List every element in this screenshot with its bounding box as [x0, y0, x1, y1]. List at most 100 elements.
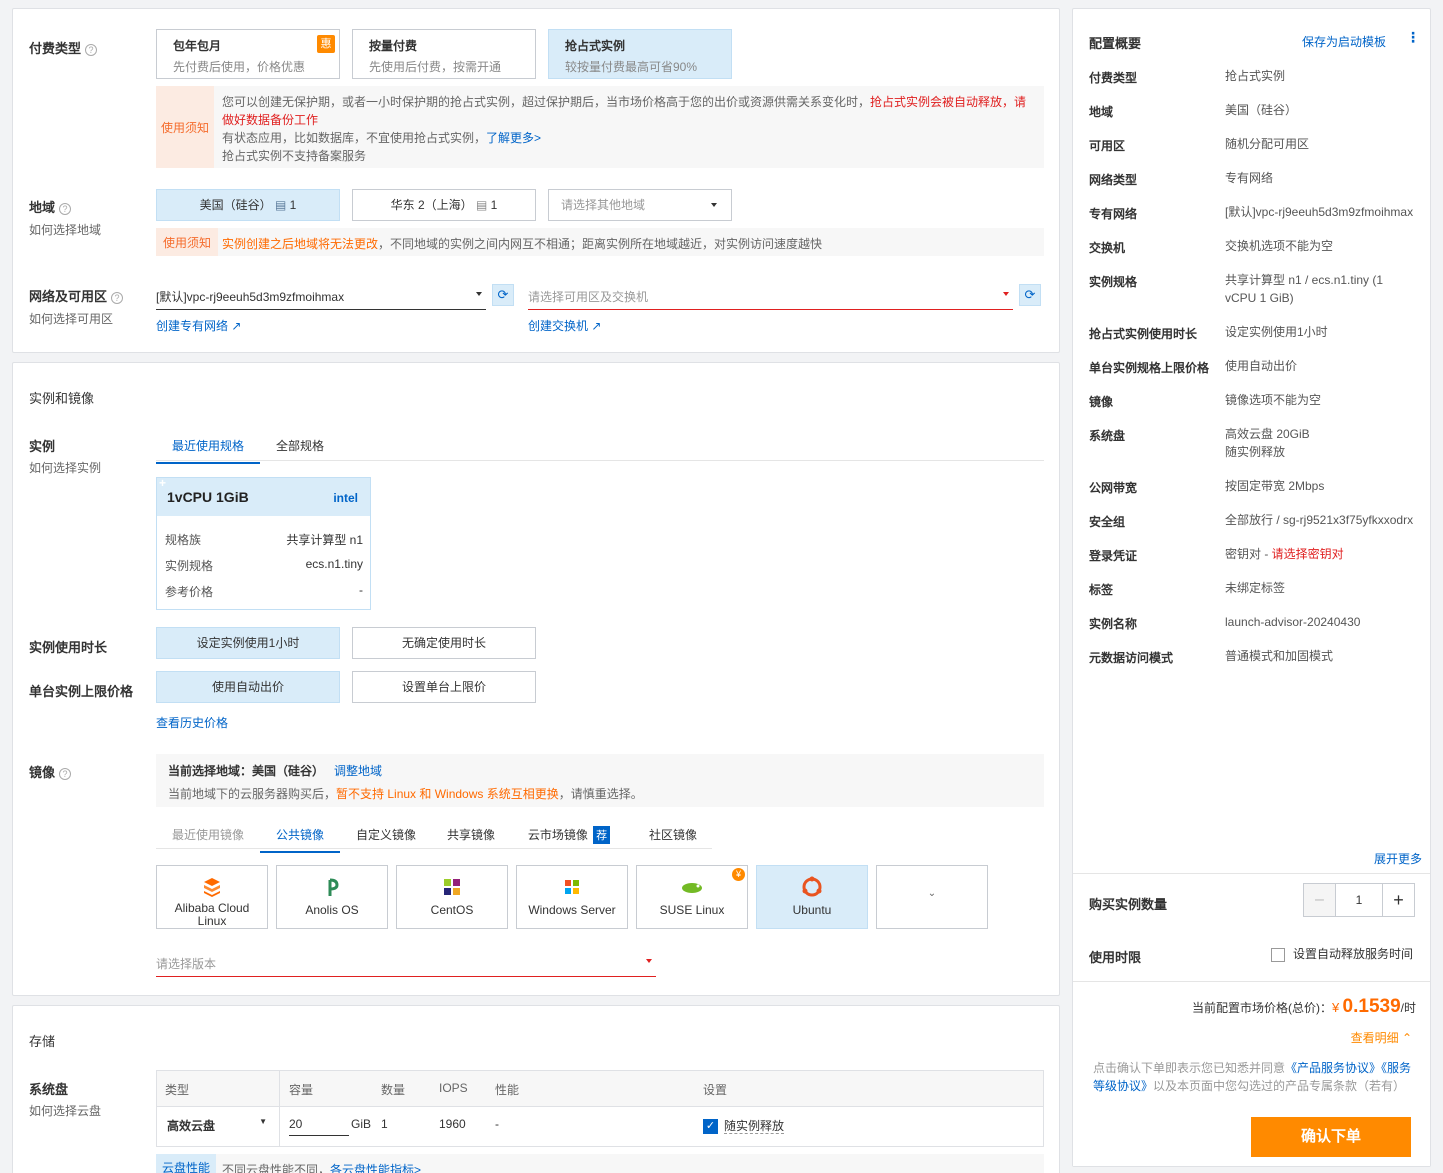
- perf-text: 不同云盘性能不同，各云盘性能指标>: [222, 1161, 421, 1173]
- save-template-link[interactable]: 保存为启动模板: [1302, 33, 1386, 50]
- check-icon: ✓: [703, 1119, 718, 1135]
- minus-button[interactable]: –: [1304, 884, 1336, 916]
- payment-option-subscription[interactable]: 包年包月 先付费后使用，价格优惠 惠: [156, 29, 340, 79]
- disk-perf-notice: 云盘性能 不同云盘性能不同，各云盘性能指标>: [156, 1154, 1044, 1173]
- expand-more-link[interactable]: 展开更多: [1374, 850, 1422, 867]
- perf-tag: 云盘性能: [156, 1154, 217, 1173]
- disk-type-select[interactable]: 高效云盘 ▼: [167, 1117, 267, 1134]
- recommend-badge: 荐: [593, 826, 611, 844]
- chevron-down-icon: ▼: [259, 1117, 267, 1126]
- payment-option-spot[interactable]: 抢占式实例 较按量付费最高可省90%: [548, 29, 732, 79]
- help-icon[interactable]: ?: [85, 43, 98, 56]
- tab-all-specs[interactable]: 全部规格: [267, 437, 333, 462]
- help-icon[interactable]: ?: [59, 202, 72, 215]
- region-name: 美国（硅谷）: [199, 198, 272, 212]
- chevron-down-icon: [711, 203, 717, 207]
- column-header: IOPS: [439, 1081, 468, 1095]
- price-history-link[interactable]: 查看历史价格: [156, 714, 228, 731]
- column-header: 数量: [381, 1083, 406, 1097]
- column-header: 类型: [165, 1083, 190, 1097]
- region-notice: 使用须知 实例创建之后地域将无法更改，不同地域的实例之间内网互不相通；距离实例所…: [156, 228, 1044, 256]
- card-header: + 1vCPU 1GiB intel: [157, 476, 370, 516]
- network-label: 网络及可用区?: [29, 286, 124, 305]
- paid-badge: ¥: [732, 868, 745, 881]
- notice-body: 您可以创建无保护期，或者一小时保护期的抢占式实例，超过保护期后，当市场价格高于您…: [222, 93, 1034, 165]
- external-link-icon: ↗: [231, 319, 242, 333]
- chevron-down-icon: ⌄: [927, 888, 937, 899]
- vpc-select[interactable]: [默认]vpc-rj9eeuh5d3m9zfmoihmax: [156, 288, 486, 310]
- perf-spec-link[interactable]: 各云盘性能指标>: [330, 1163, 421, 1173]
- disk-iops: 1960: [439, 1117, 466, 1131]
- summary-title: 配置概要: [1089, 36, 1142, 51]
- notice-text: 抢占式实例不支持备案服务: [222, 149, 367, 163]
- refresh-vpc-button[interactable]: ⟳: [492, 284, 514, 306]
- price-option-auto[interactable]: 使用自动出价: [156, 671, 340, 703]
- help-icon[interactable]: ?: [111, 291, 124, 304]
- server-icon: ▤: [274, 198, 287, 212]
- auto-release-checkbox[interactable]: 设置自动释放服务时间: [1271, 945, 1413, 962]
- zone-switch-select[interactable]: 请选择可用区及交换机: [528, 288, 1013, 310]
- confirm-order-button[interactable]: 确认下单: [1251, 1117, 1411, 1157]
- price-area: 当前配置市场价格(总价)：¥ 0.1539/时 查看明细 ⌃ 点击确认下单即表示…: [1073, 981, 1430, 1166]
- refresh-switch-button[interactable]: ⟳: [1019, 284, 1041, 306]
- instance-label: 实例: [29, 439, 56, 454]
- create-vpc-link[interactable]: 创建专有网络 ↗: [156, 317, 241, 334]
- capacity-input[interactable]: 20: [289, 1117, 349, 1136]
- centos-icon: [444, 879, 460, 895]
- alibaba-cloud-icon: [204, 878, 220, 897]
- capacity-unit: GiB: [351, 1117, 372, 1131]
- service-agreement-link[interactable]: 《产品服务协议》: [1285, 1061, 1381, 1075]
- system-disk-label: 系统盘: [29, 1082, 69, 1097]
- region-option-shanghai[interactable]: 华东 2（上海） ▤ 1: [352, 189, 536, 221]
- more-options-icon[interactable]: ⋮: [1406, 29, 1420, 46]
- discount-badge: 惠: [317, 35, 335, 53]
- network-help-text: 如何选择可用区: [29, 312, 114, 326]
- notice-warning: 实例创建之后地域将无法更改: [222, 237, 379, 251]
- os-anolis[interactable]: Anolis OS: [276, 865, 388, 929]
- os-windows-server[interactable]: Windows Server: [516, 865, 628, 929]
- column-header: 性能: [495, 1083, 520, 1097]
- checkbox-empty-icon: [1271, 947, 1285, 962]
- duration-option-1h[interactable]: 设定实例使用1小时: [156, 627, 340, 659]
- chevron-down-icon: [1003, 292, 1009, 296]
- release-with-instance-checkbox[interactable]: ✓ 随实例释放: [703, 1117, 785, 1135]
- duration-label: 实例使用时长: [29, 640, 108, 655]
- price-detail-link[interactable]: 查看明细 ⌃: [1351, 1029, 1412, 1046]
- duration-option-none[interactable]: 无确定使用时长: [352, 627, 536, 659]
- image-label: 镜像?: [29, 762, 72, 781]
- help-icon[interactable]: ?: [59, 767, 72, 780]
- notice-body: 实例创建之后地域将无法更改，不同地域的实例之间内网互不相通；距离实例所在地域越近…: [222, 235, 822, 252]
- create-switch-link[interactable]: 创建交换机 ↗: [528, 317, 601, 334]
- region-count: 1: [289, 198, 297, 212]
- os-more-button[interactable]: ⌄: [876, 865, 988, 929]
- adjust-region-link[interactable]: 调整地域: [334, 764, 382, 778]
- instance-spec-card[interactable]: + 1vCPU 1GiB intel 规格族 共享计算型 n1 实例规格 ecs.n…: [156, 476, 371, 610]
- payment-option-payg[interactable]: 按量付费 先使用后付费，按需开通: [352, 29, 536, 79]
- summary-divider: [1073, 873, 1430, 874]
- os-suse-linux[interactable]: SUSE Linux ¥: [636, 865, 748, 929]
- region-option-us-silicon-valley[interactable]: 美国（硅谷） ▤ 1: [156, 189, 340, 221]
- image-version-select[interactable]: 请选择版本: [156, 955, 656, 977]
- column-header: 设置: [703, 1083, 728, 1097]
- learn-more-link[interactable]: 了解更多>: [486, 131, 541, 145]
- os-alibaba-cloud-linux[interactable]: Alibaba Cloud Linux: [156, 865, 268, 929]
- chevron-down-icon: [476, 292, 482, 296]
- region-name: 华东 2（上海）: [390, 198, 473, 212]
- image-region-info: 当前选择地域：美国（硅谷） 调整地域 当前地域下的云服务器购买后，暂不支持 Li…: [156, 754, 1044, 807]
- quantity-stepper[interactable]: – 1 +: [1303, 883, 1415, 917]
- os-ubuntu[interactable]: Ubuntu: [756, 865, 868, 929]
- option-title: 抢占式实例: [565, 39, 626, 53]
- intel-logo: intel: [333, 491, 358, 505]
- plus-button[interactable]: +: [1382, 884, 1414, 916]
- disk-table: 类型 容量 数量 IOPS 性能 设置 高效云盘 ▼ 20 GiB 1 1960 …: [156, 1070, 1044, 1147]
- os-name: CentOS: [430, 903, 474, 917]
- chevron-up-icon: ⌃: [1401, 1031, 1412, 1045]
- qty-value[interactable]: 1: [1336, 884, 1382, 916]
- basic-config-panel: 付费类型? 包年包月 先付费后使用，价格优惠 惠 按量付费 先使用后付费，按需开…: [12, 8, 1060, 353]
- instance-image-panel: 实例和镜像 实例 如何选择实例 最近使用规格 全部规格 + 1vCPU 1GiB…: [12, 362, 1060, 996]
- os-centos[interactable]: CentOS: [396, 865, 508, 929]
- anolis-icon: [328, 878, 339, 896]
- other-region-select[interactable]: 请选择其他地域: [548, 189, 732, 221]
- price-option-manual[interactable]: 设置单台上限价: [352, 671, 536, 703]
- ubuntu-icon: [802, 876, 822, 897]
